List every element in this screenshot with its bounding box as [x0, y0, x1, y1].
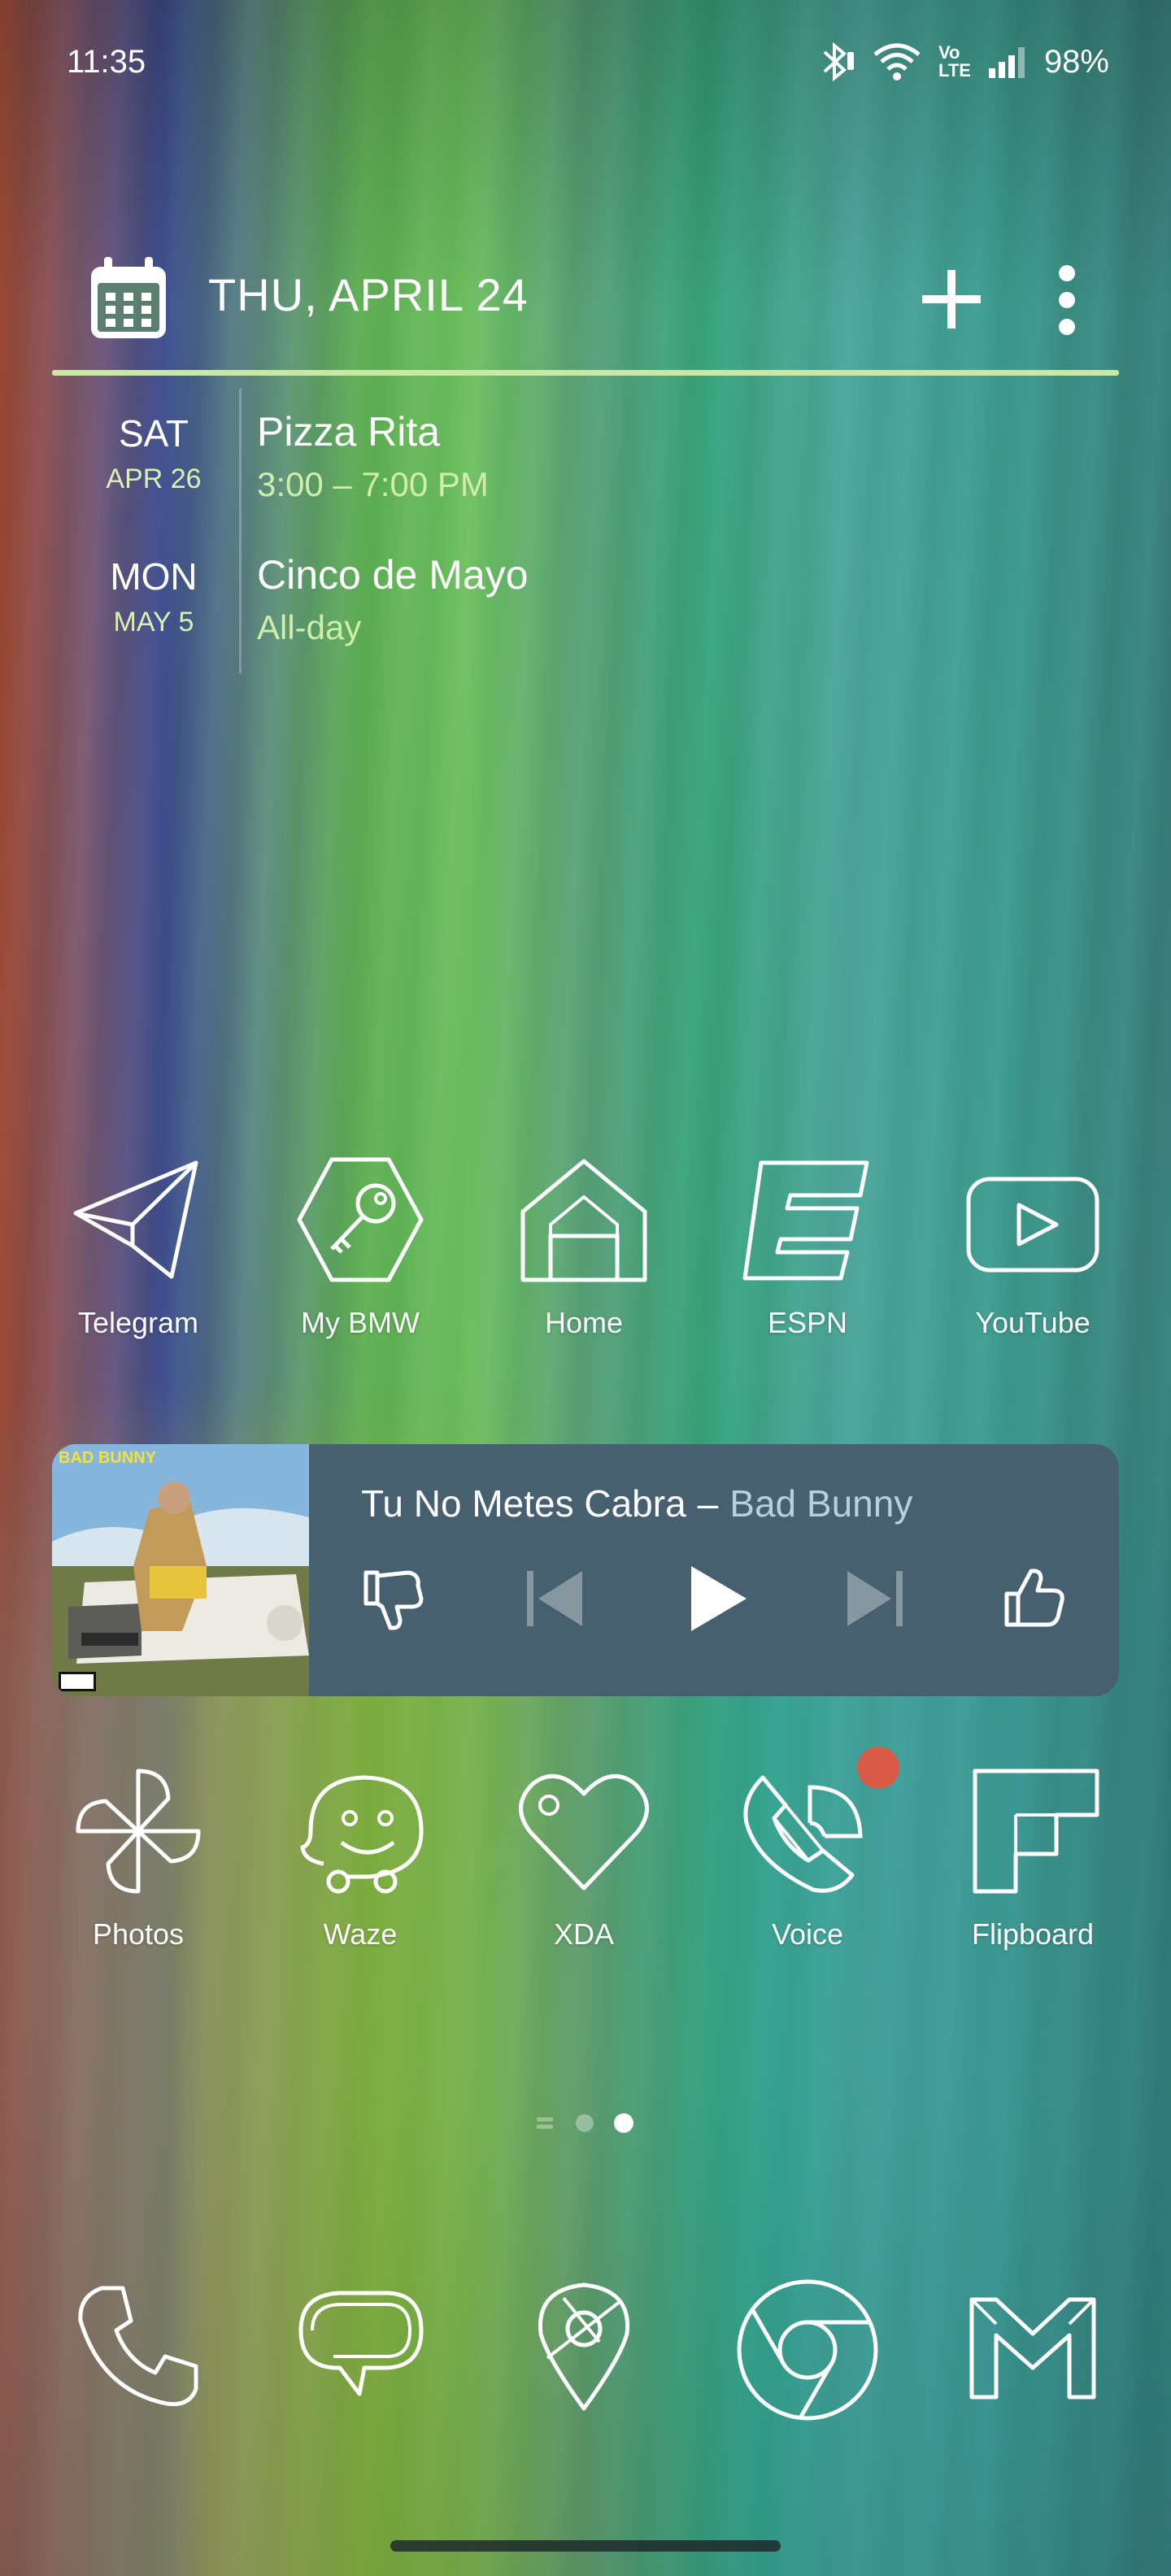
thumbs-down-icon	[363, 1570, 424, 1630]
calendar-event[interactable]: SAT APR 26 Pizza Rita 3:00 – 7:00 PM	[52, 408, 1119, 538]
home-icon	[520, 1159, 647, 1282]
play-button[interactable]	[683, 1563, 751, 1638]
app-label: Telegram	[77, 1306, 199, 1339]
music-widget: BAD BUNNY Tu No Metes Cabra – Bad Bunny	[52, 1444, 1119, 1696]
app-label: YouTube	[975, 1306, 1090, 1339]
dock-phone[interactable]	[28, 2277, 248, 2415]
more-vert-icon	[1059, 265, 1075, 335]
event-title: Pizza Rita	[257, 409, 441, 455]
dock-gmail[interactable]	[923, 2283, 1143, 2405]
skip-previous-icon	[527, 1571, 582, 1626]
volte-icon: Vo LTE	[938, 42, 971, 80]
app-photos[interactable]: Photos	[28, 1766, 248, 1952]
page-dot	[576, 2114, 594, 2132]
flipboard-icon	[973, 1769, 1099, 1894]
event-date: MAY 5	[113, 607, 194, 637]
chrome-icon	[737, 2279, 878, 2421]
wifi-icon	[873, 43, 921, 80]
app-espn[interactable]: ESPN	[698, 1155, 917, 1340]
dock-chrome[interactable]	[698, 2277, 917, 2423]
app-xda[interactable]: XDA	[474, 1766, 694, 1952]
signal-icon	[988, 47, 1025, 78]
waze-icon	[300, 1775, 424, 1894]
app-voice[interactable]: Voice	[698, 1766, 917, 1952]
gmail-icon	[969, 2297, 1096, 2400]
calendar-icon[interactable]	[88, 255, 169, 345]
event-date: APR 26	[106, 463, 202, 494]
page-dot-active	[614, 2113, 633, 2133]
messages-icon	[298, 2291, 424, 2396]
key-icon	[297, 1157, 424, 1282]
album-text: BAD BUNNY	[59, 1449, 156, 1467]
page-indicator-feed	[537, 2117, 553, 2129]
thumbs-up-icon	[1004, 1569, 1064, 1627]
app-my-bmw[interactable]: My BMW	[250, 1155, 470, 1340]
telegram-icon	[73, 1160, 198, 1279]
status-icons: Vo LTE 98%	[816, 41, 1109, 83]
heart-icon	[519, 1774, 649, 1891]
like-button[interactable]	[1002, 1566, 1067, 1634]
voice-icon	[743, 1775, 863, 1893]
app-home[interactable]: Home	[474, 1155, 694, 1340]
espn-icon	[742, 1160, 869, 1281]
notification-badge	[857, 1747, 899, 1789]
calendar-date[interactable]: THU, APRIL 24	[208, 268, 529, 321]
app-label: My BMW	[301, 1306, 420, 1339]
song-artist: Bad Bunny	[729, 1482, 913, 1525]
skip-next-icon	[847, 1571, 903, 1626]
event-time: All-day	[257, 608, 362, 646]
add-event-button[interactable]	[919, 267, 984, 335]
next-button[interactable]	[842, 1566, 908, 1634]
youtube-icon	[966, 1177, 1099, 1273]
calendar-divider	[52, 370, 1119, 376]
event-title: Cinco de Mayo	[257, 552, 529, 598]
song-title: Tu No Metes Cabra	[361, 1482, 686, 1525]
app-label: ESPN	[767, 1306, 848, 1339]
dislike-button[interactable]	[361, 1566, 426, 1634]
app-label: Flipboard	[971, 1917, 1095, 1951]
app-flipboard[interactable]: Flipboard	[923, 1766, 1143, 1952]
maps-icon	[538, 2282, 630, 2411]
app-label: XDA	[553, 1917, 615, 1951]
app-youtube[interactable]: YouTube	[923, 1155, 1143, 1340]
dock-maps[interactable]	[474, 2277, 694, 2415]
calendar-widget-header: THU, APRIL 24	[52, 244, 1119, 374]
play-icon	[691, 1566, 747, 1631]
app-telegram[interactable]: Telegram	[28, 1155, 248, 1340]
status-time: 11:35	[67, 44, 146, 80]
battery-level: 98%	[1043, 43, 1109, 80]
app-label: Waze	[323, 1917, 398, 1951]
bluetooth-icon	[823, 41, 855, 82]
now-playing: Tu No Metes Cabra – Bad Bunny	[361, 1482, 912, 1525]
calendar-more-button[interactable]	[1051, 263, 1083, 340]
app-label: Home	[544, 1306, 624, 1339]
event-day-of-week: SAT	[118, 412, 189, 455]
calendar-event[interactable]: MON MAY 5 Cinco de Mayo All-day	[52, 551, 1119, 681]
plus-icon	[922, 270, 981, 329]
page-indicator[interactable]	[0, 2111, 1171, 2135]
status-bar: 11:35 Vo LTE 98%	[0, 0, 1171, 122]
event-day-of-week: MON	[110, 555, 198, 598]
app-label: Photos	[92, 1917, 185, 1951]
dock-messages[interactable]	[250, 2277, 470, 2415]
photos-icon	[76, 1769, 201, 1894]
phone-icon	[78, 2286, 198, 2407]
app-waze[interactable]: Waze	[250, 1766, 470, 1952]
gesture-nav-bar[interactable]	[390, 2540, 781, 2552]
previous-button[interactable]	[522, 1566, 587, 1634]
event-time: 3:00 – 7:00 PM	[257, 465, 489, 503]
song-separator: –	[697, 1482, 719, 1525]
app-label: Voice	[771, 1917, 844, 1951]
album-art[interactable]: BAD BUNNY	[52, 1444, 309, 1696]
